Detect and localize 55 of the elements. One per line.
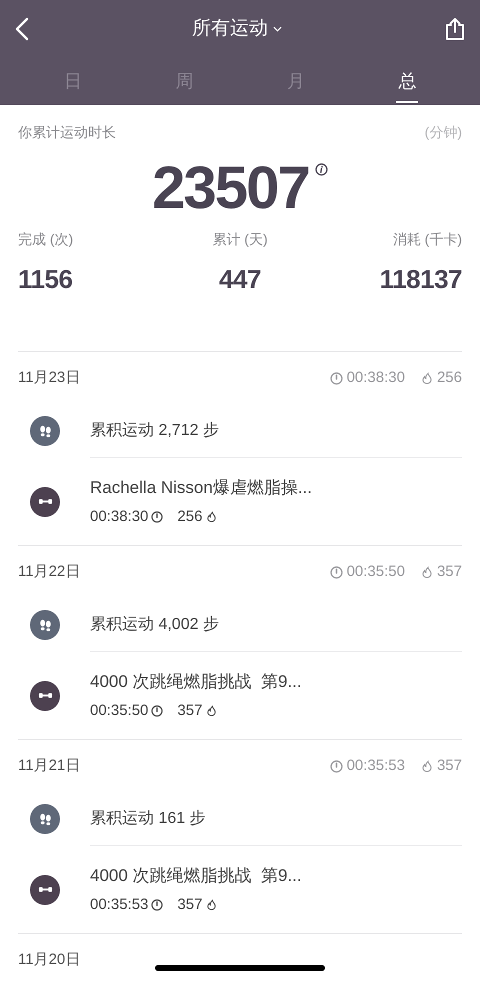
clock-icon [330, 566, 343, 578]
caret-icon [273, 26, 282, 32]
stat-label: 完成 (次) [18, 230, 74, 249]
clock-icon [330, 760, 343, 772]
workout-duration: 00:35:53 [90, 895, 148, 915]
flame-icon [420, 372, 433, 384]
dumbbell-icon [30, 680, 60, 710]
flame-icon [206, 899, 218, 912]
flame-icon [206, 705, 218, 718]
workout-calories: 357 [177, 895, 202, 915]
total-minutes: 23507 [152, 157, 309, 219]
workout-calories: 357 [177, 701, 202, 721]
day-calories: 357 [436, 562, 462, 582]
step-summary: 累积运动 4,002 步 [90, 614, 220, 634]
step-summary: 累积运动 2,712 步 [90, 420, 220, 440]
clock-icon [151, 511, 164, 524]
clock-icon [151, 705, 164, 718]
stat-label: 累计 (天) [212, 230, 268, 249]
summary-label: 你累计运动时长 [18, 123, 116, 142]
workout-duration: 00:35:50 [90, 701, 148, 721]
step-summary: 累积运动 161 步 [90, 808, 207, 828]
unit-label: (分钟) [424, 123, 462, 142]
back-button[interactable] [14, 17, 30, 41]
day-date: 11月22日 [18, 562, 80, 582]
activity-filter-dropdown[interactable]: 所有运动 [192, 14, 282, 44]
stat-value: 118137 [380, 263, 462, 296]
day-duration: 00:35:53 [346, 756, 405, 776]
stat-value: 1156 [18, 263, 72, 296]
clock-icon [330, 372, 343, 384]
flame-icon [420, 566, 433, 578]
workout-duration: 00:38:30 [90, 507, 148, 527]
day-duration: 00:35:50 [346, 562, 405, 582]
flame-icon [206, 511, 218, 524]
workout-calories: 256 [177, 507, 202, 527]
flame-icon [420, 760, 433, 772]
share-button[interactable] [444, 17, 466, 41]
info-icon [314, 163, 328, 176]
workout-title: 4000 次跳绳燃脂挑战 第9... [90, 864, 303, 886]
day-calories: 256 [436, 368, 462, 388]
stat-label: 消耗 (千卡) [392, 230, 462, 249]
day-calories: 357 [436, 756, 462, 776]
day-date: 11月20日 [18, 950, 80, 970]
day-duration: 00:38:30 [346, 368, 405, 388]
dumbbell-icon [30, 874, 60, 904]
dumbbell-icon [30, 486, 60, 516]
period-tab[interactable]: 总 [352, 56, 463, 105]
workout-title: Rachella Nisson爆虐燃脂操... [90, 476, 314, 498]
clock-icon [151, 899, 164, 912]
day-date: 11月21日 [18, 756, 80, 776]
day-date: 11月23日 [18, 368, 80, 388]
stat-value: 447 [219, 263, 261, 296]
footprints-icon [30, 610, 60, 640]
workout-title: 4000 次跳绳燃脂挑战 第9... [90, 670, 303, 692]
footprints-icon [30, 416, 60, 446]
footprints-icon [30, 804, 60, 834]
